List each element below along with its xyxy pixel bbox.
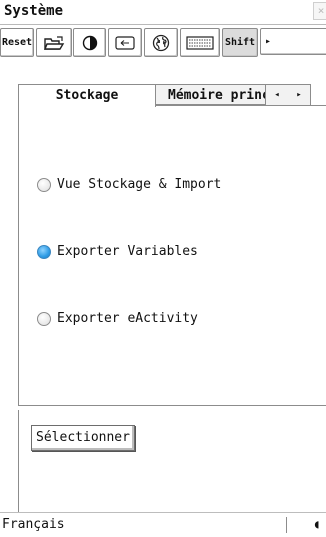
status-divider — [286, 517, 287, 533]
tab-scroll-left-button[interactable]: ◂ — [266, 84, 289, 107]
tab-stockage-label: Stockage — [55, 88, 119, 103]
shift-button-label: Shift — [224, 37, 256, 48]
contrast-icon — [82, 35, 98, 51]
shift-button[interactable]: Shift — [222, 28, 258, 57]
option-exporter-variables[interactable]: Exporter Variables — [37, 244, 198, 259]
close-button[interactable]: × — [313, 2, 326, 20]
chevron-right-icon: ▸ — [265, 36, 272, 47]
backspace-key-button[interactable] — [108, 28, 142, 57]
tab-bar: Stockage Mémoire princi ◂ ▸ — [0, 84, 326, 107]
toolbar-scroll-right-button[interactable]: ▸ — [260, 28, 326, 55]
open-folder-button[interactable] — [36, 28, 72, 57]
option-label: Exporter eActivity — [57, 311, 198, 326]
option-exporter-eactivity[interactable]: Exporter eActivity — [37, 311, 198, 326]
backspace-key-icon — [115, 35, 135, 50]
window-title: Système — [4, 3, 64, 19]
radio-button[interactable] — [37, 311, 51, 326]
keyboard-button[interactable] — [180, 28, 220, 57]
reset-button-label: Reset — [1, 37, 33, 48]
tab-memoire-principale[interactable]: Mémoire princi — [154, 84, 266, 105]
language-label[interactable]: Français — [2, 517, 65, 532]
options-panel: Vue Stockage & Import Exporter Variables… — [18, 105, 326, 406]
keyboard-icon — [186, 35, 214, 50]
title-bar: Système × — [0, 0, 326, 25]
option-vue-stockage-import[interactable]: Vue Stockage & Import — [37, 177, 221, 192]
folder-icon — [43, 35, 65, 51]
globe-button[interactable] — [144, 28, 178, 57]
reset-button[interactable]: Reset — [0, 28, 34, 57]
select-button[interactable]: Sélectionner — [31, 425, 135, 451]
option-label: Exporter Variables — [57, 244, 198, 259]
radio-button-selected[interactable] — [37, 244, 51, 259]
contrast-button[interactable] — [73, 28, 106, 57]
globe-icon — [152, 34, 170, 52]
select-button-label: Sélectionner — [36, 430, 130, 445]
option-label: Vue Stockage & Import — [57, 177, 222, 192]
tab-memoire-label: Mémoire princi — [168, 88, 265, 103]
radio-button[interactable] — [37, 177, 51, 192]
chevron-right-icon: ▸ — [296, 90, 302, 100]
status-bar: Français ◖ — [0, 512, 326, 537]
tab-scroll-right-button[interactable]: ▸ — [288, 84, 311, 107]
battery-icon: ◖ — [313, 517, 321, 531]
toolbar: Reset Shift ▸ — [0, 25, 326, 61]
tab-stockage[interactable]: Stockage — [18, 84, 156, 107]
chevron-left-icon: ◂ — [274, 90, 280, 100]
